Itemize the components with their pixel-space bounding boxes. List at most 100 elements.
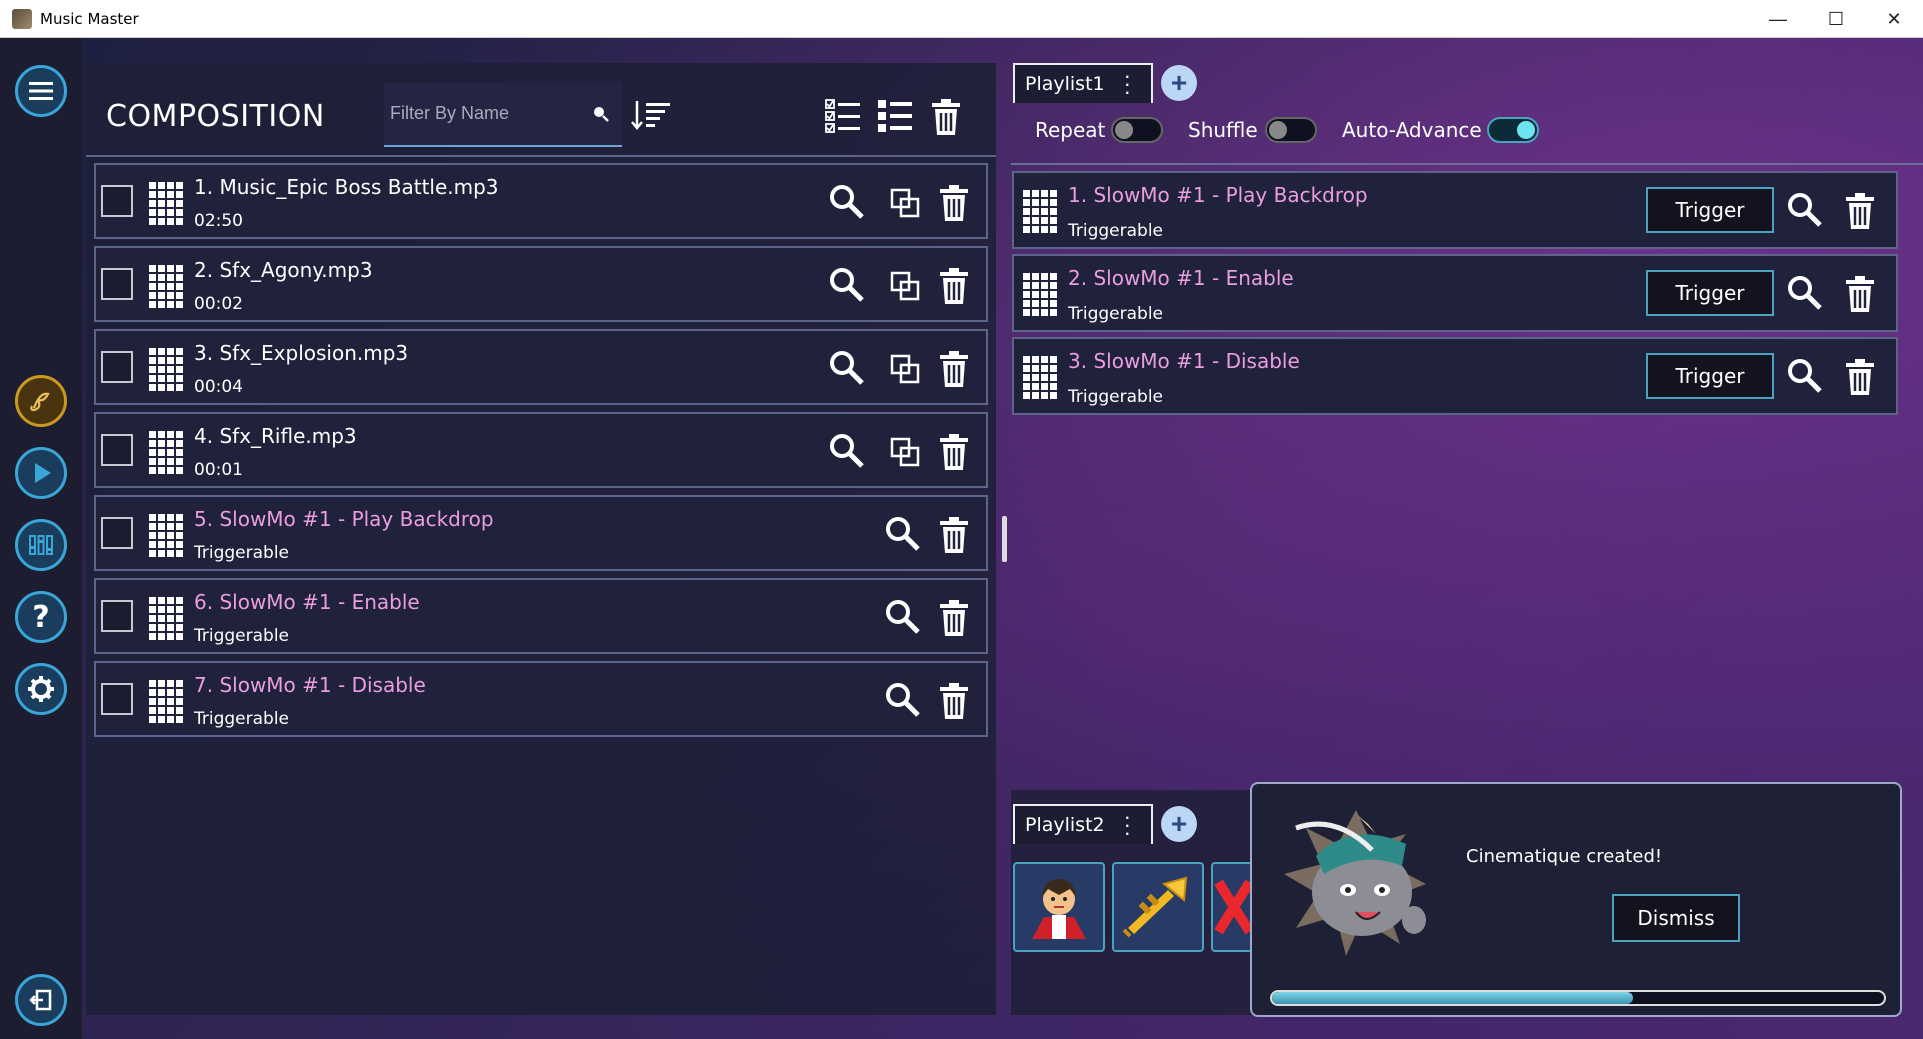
row-checkbox[interactable] bbox=[101, 434, 133, 466]
maximize-button[interactable]: ☐ bbox=[1807, 0, 1865, 38]
row-checkbox[interactable] bbox=[101, 600, 133, 632]
duplicate-button[interactable] bbox=[888, 269, 922, 308]
playlist1-row[interactable]: 3. SlowMo #1 - Disable Triggerable Trigg… bbox=[1012, 337, 1898, 415]
drag-handle-icon[interactable] bbox=[148, 430, 184, 474]
help-icon: ? bbox=[32, 599, 50, 635]
preview-button[interactable] bbox=[1786, 357, 1824, 400]
preview-button[interactable] bbox=[828, 432, 866, 475]
kebab-menu-icon[interactable]: · · · bbox=[1124, 806, 1131, 844]
duplicate-button[interactable] bbox=[888, 352, 922, 391]
composition-panel: COMPOSITION 1. Music_Epic Boss Battle.mp… bbox=[86, 63, 996, 1015]
trigger-button[interactable]: Trigger bbox=[1646, 270, 1774, 316]
row-checkbox[interactable] bbox=[101, 185, 133, 217]
row-checkbox[interactable] bbox=[101, 268, 133, 300]
preview-button[interactable] bbox=[828, 183, 866, 226]
composition-row[interactable]: 1. Music_Epic Boss Battle.mp3 02:50 bbox=[94, 163, 988, 239]
trash-icon bbox=[1846, 359, 1874, 395]
filter-input[interactable] bbox=[390, 103, 580, 124]
preview-button[interactable] bbox=[828, 349, 866, 392]
drag-handle-icon[interactable] bbox=[148, 513, 184, 557]
delete-button[interactable] bbox=[1842, 274, 1878, 319]
trash-icon[interactable] bbox=[928, 97, 964, 137]
trash-icon bbox=[940, 185, 968, 221]
drag-handle-icon[interactable] bbox=[1022, 272, 1058, 316]
delete-button[interactable] bbox=[936, 515, 972, 560]
preview-button[interactable] bbox=[884, 681, 922, 724]
playlist1-row[interactable]: 2. SlowMo #1 - Enable Triggerable Trigge… bbox=[1012, 254, 1898, 332]
row-checkbox[interactable] bbox=[101, 517, 133, 549]
add-playlist-button[interactable]: + bbox=[1161, 65, 1197, 101]
row-subtitle: Triggerable bbox=[1068, 387, 1164, 407]
playlist2-tile-trumpet[interactable] bbox=[1112, 862, 1204, 952]
playlist1-separator bbox=[1011, 163, 1923, 165]
select-all-icon[interactable] bbox=[824, 97, 862, 135]
preview-button[interactable] bbox=[884, 598, 922, 641]
playlist2-tab-label: Playlist2 bbox=[1025, 814, 1105, 836]
drag-handle-icon[interactable] bbox=[148, 181, 184, 225]
music-library-button[interactable] bbox=[15, 375, 67, 427]
composition-row[interactable]: 3. Sfx_Explosion.mp3 00:04 bbox=[94, 329, 988, 405]
delete-button[interactable] bbox=[1842, 357, 1878, 402]
delete-button[interactable] bbox=[936, 349, 972, 394]
duplicate-button[interactable] bbox=[888, 435, 922, 474]
composition-row[interactable]: 6. SlowMo #1 - Enable Triggerable bbox=[94, 578, 988, 654]
playlist1-tab[interactable]: Playlist1 · · · bbox=[1013, 63, 1153, 103]
preview-button[interactable] bbox=[884, 515, 922, 558]
drag-handle-icon[interactable] bbox=[148, 347, 184, 391]
settings-button[interactable] bbox=[15, 663, 67, 715]
playlist2-tab[interactable]: Playlist2 · · · bbox=[1013, 804, 1153, 844]
delete-button[interactable] bbox=[936, 432, 972, 477]
minimize-button[interactable]: — bbox=[1749, 0, 1807, 38]
trigger-button[interactable]: Trigger bbox=[1646, 353, 1774, 399]
trigger-button[interactable]: Trigger bbox=[1646, 187, 1774, 233]
delete-button[interactable] bbox=[936, 266, 972, 311]
preview-button[interactable] bbox=[1786, 274, 1824, 317]
repeat-toggle[interactable] bbox=[1111, 117, 1163, 143]
composition-row[interactable]: 7. SlowMo #1 - Disable Triggerable bbox=[94, 661, 988, 737]
row-title: 2. SlowMo #1 - Enable bbox=[1068, 266, 1294, 290]
playlist2-tile-vampire[interactable] bbox=[1013, 862, 1105, 952]
auto-advance-toggle[interactable] bbox=[1487, 117, 1539, 143]
duplicate-icon bbox=[890, 437, 920, 467]
trash-icon bbox=[940, 434, 968, 470]
delete-button[interactable] bbox=[936, 183, 972, 228]
composition-row[interactable]: 2. Sfx_Agony.mp3 00:02 bbox=[94, 246, 988, 322]
delete-button[interactable] bbox=[1842, 191, 1878, 236]
kebab-menu-icon[interactable]: · · · bbox=[1124, 65, 1131, 103]
drag-handle-icon[interactable] bbox=[148, 679, 184, 723]
playlist1-row[interactable]: 1. SlowMo #1 - Play Backdrop Triggerable… bbox=[1012, 171, 1898, 249]
drag-handle-icon[interactable] bbox=[1022, 189, 1058, 233]
composition-row[interactable]: 5. SlowMo #1 - Play Backdrop Triggerable bbox=[94, 495, 988, 571]
dismiss-button[interactable]: Dismiss bbox=[1612, 894, 1740, 942]
preview-button[interactable] bbox=[1786, 191, 1824, 234]
row-checkbox[interactable] bbox=[101, 683, 133, 715]
filter-box[interactable] bbox=[384, 83, 622, 147]
exit-button[interactable] bbox=[15, 974, 67, 1026]
mixer-icon bbox=[29, 535, 53, 555]
composition-row[interactable]: 4. Sfx_Rifle.mp3 00:01 bbox=[94, 412, 988, 488]
row-subtitle: Triggerable bbox=[194, 626, 290, 646]
drag-handle-icon[interactable] bbox=[148, 264, 184, 308]
list-view-icon[interactable] bbox=[876, 97, 914, 135]
add-playlist-button[interactable]: + bbox=[1161, 806, 1197, 842]
delete-button[interactable] bbox=[936, 681, 972, 726]
help-button[interactable]: ? bbox=[15, 591, 67, 643]
row-checkbox[interactable] bbox=[101, 351, 133, 383]
delete-button[interactable] bbox=[936, 598, 972, 643]
mixer-button[interactable] bbox=[15, 519, 67, 571]
duplicate-button[interactable] bbox=[888, 186, 922, 225]
panel-splitter[interactable] bbox=[1002, 516, 1007, 562]
preview-button[interactable] bbox=[828, 266, 866, 309]
drag-handle-icon[interactable] bbox=[148, 596, 184, 640]
play-button[interactable] bbox=[15, 447, 67, 499]
drag-handle-icon[interactable] bbox=[1022, 355, 1058, 399]
search-icon bbox=[594, 107, 609, 122]
menu-button[interactable] bbox=[15, 65, 67, 117]
row-subtitle: 00:04 bbox=[194, 377, 243, 397]
row-title: 6. SlowMo #1 - Enable bbox=[194, 590, 420, 614]
row-subtitle: 00:01 bbox=[194, 460, 243, 480]
shuffle-toggle[interactable] bbox=[1265, 117, 1317, 143]
sort-icon[interactable] bbox=[630, 99, 672, 131]
menu-icon bbox=[29, 82, 53, 100]
close-button[interactable]: ✕ bbox=[1865, 0, 1923, 38]
